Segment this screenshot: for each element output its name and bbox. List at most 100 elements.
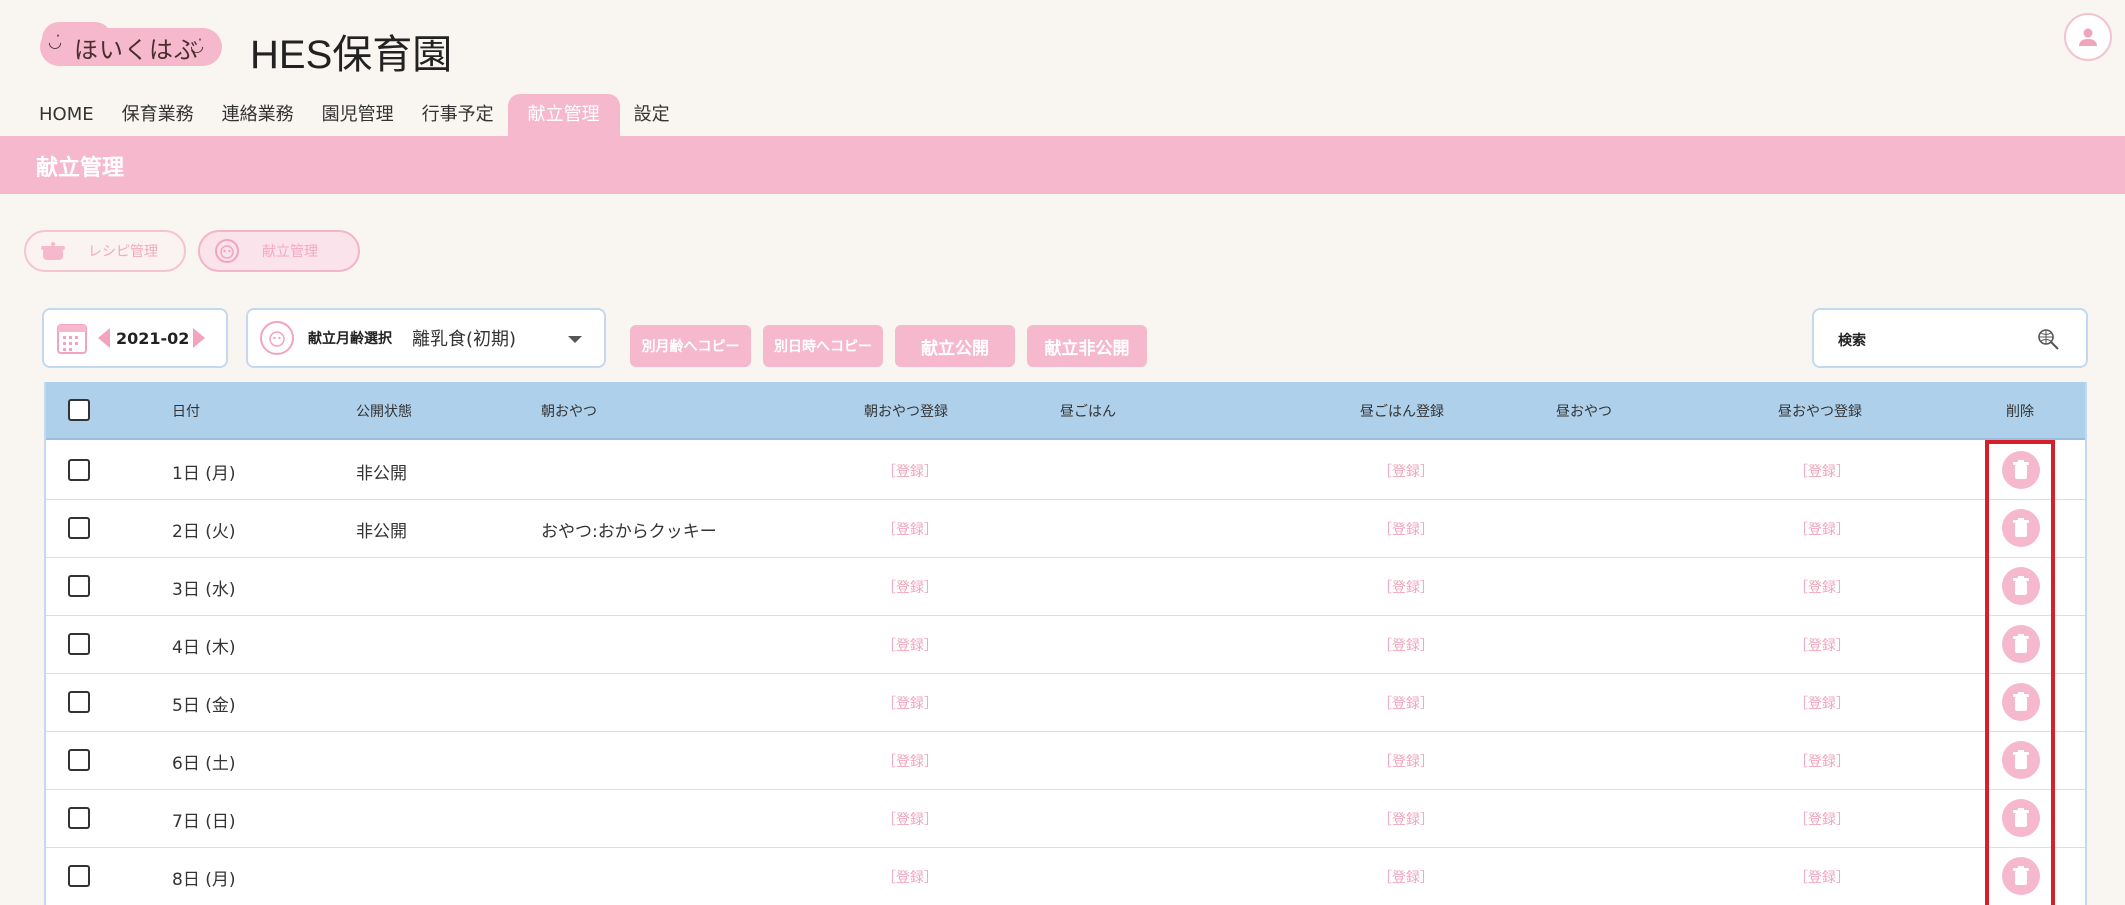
copy-to-other-date-button[interactable]: 別日時へコピー [763,325,883,367]
row-checkbox[interactable] [68,517,90,539]
lunch-register-link[interactable]: ［登録］ [1378,635,1434,655]
morning-snack-register-link[interactable]: ［登録］ [882,519,938,539]
morning-snack-register-link[interactable]: ［登録］ [882,751,938,771]
nav-childcare[interactable]: 保育業務 [108,94,208,136]
row-checkbox[interactable] [68,865,90,887]
main-nav: HOME 保育業務 連絡業務 園児管理 行事予定 献立管理 設定 [25,94,684,136]
delete-column-highlight [1985,440,2055,905]
tab-menu-label: 献立管理 [262,244,318,260]
cell-date: 6日 (土) [172,754,236,774]
search-label: 検索 [1838,333,1866,349]
publish-menu-button[interactable]: 献立公開 [895,325,1015,367]
afternoon-snack-register-link[interactable]: ［登録］ [1794,693,1850,713]
search-input[interactable]: 検索 [1812,308,2088,368]
table-row: 6日 (土) ［登録］ ［登録］ ［登録］ [46,732,2085,790]
unpublish-menu-button[interactable]: 献立非公開 [1027,325,1147,367]
nav-communication[interactable]: 連絡業務 [208,94,308,136]
app-header: ◡̇ ほいくはぶ ◡̇ HES保育園 [0,0,2125,95]
lunch-register-link[interactable]: ［登録］ [1378,867,1434,887]
cell-morning-snack: おやつ:おからクッキー [541,522,717,542]
afternoon-snack-register-link[interactable]: ［登録］ [1794,519,1850,539]
table-row: 2日 (火) 非公開 おやつ:おからクッキー ［登録］ ［登録］ ［登録］ [46,500,2085,558]
age-select[interactable]: 献立月齢選択 離乳食(初期) [246,308,606,368]
header-morning-snack: 朝おやつ [541,404,597,420]
menu-table: 日付 公開状態 朝おやつ 朝おやつ登録 昼ごはん 昼ごはん登録 昼おやつ 昼おや… [44,382,2087,905]
current-month: 2021-02 [116,328,190,348]
age-select-label: 献立月齢選択 [308,331,392,347]
morning-snack-register-link[interactable]: ［登録］ [882,693,938,713]
header-morning-snack-register: 朝おやつ登録 [864,404,948,420]
lunch-register-link[interactable]: ［登録］ [1378,751,1434,771]
cell-date: 2日 (火) [172,522,236,542]
lunch-register-link[interactable]: ［登録］ [1378,693,1434,713]
morning-snack-register-link[interactable]: ［登録］ [882,577,938,597]
nav-settings[interactable]: 設定 [620,94,684,136]
cell-date: 7日 (日) [172,812,236,832]
tab-recipe-management[interactable]: レシピ管理 [24,230,186,272]
table-row: 3日 (水) ［登録］ ［登録］ ［登録］ [46,558,2085,616]
nav-children[interactable]: 園児管理 [308,94,408,136]
page-title: 献立管理 [36,156,125,181]
header-afternoon-snack: 昼おやつ [1556,404,1612,420]
nav-events[interactable]: 行事予定 [408,94,508,136]
select-all-checkbox[interactable] [68,399,90,421]
afternoon-snack-register-link[interactable]: ［登録］ [1794,635,1850,655]
cell-date: 5日 (金) [172,696,236,716]
morning-snack-register-link[interactable]: ［登録］ [882,461,938,481]
next-month-button[interactable] [193,328,206,348]
afternoon-snack-register-link[interactable]: ［登録］ [1794,461,1850,481]
morning-snack-register-link[interactable]: ［登録］ [882,635,938,655]
table-row: 7日 (日) ［登録］ ［登録］ ［登録］ [46,790,2085,848]
prev-month-button[interactable] [98,328,110,348]
row-checkbox[interactable] [68,633,90,655]
search-icon[interactable] [2036,327,2060,351]
afternoon-snack-register-link[interactable]: ［登録］ [1794,809,1850,829]
table-row: 8日 (月) ［登録］ ［登録］ ［登録］ [46,848,2085,905]
page-banner: 献立管理 [0,136,2125,194]
morning-snack-register-link[interactable]: ［登録］ [882,867,938,887]
row-checkbox[interactable] [68,575,90,597]
header-lunch-register: 昼ごはん登録 [1360,404,1444,420]
cell-status: 非公開 [356,522,407,542]
tab-menu-management[interactable]: 献立管理 [198,230,360,272]
table-row: 4日 (木) ［登録］ ［登録］ ［登録］ [46,616,2085,674]
logo-face-left-icon: ◡̇ [48,32,62,51]
lunch-register-link[interactable]: ［登録］ [1378,461,1434,481]
row-checkbox[interactable] [68,459,90,481]
row-checkbox[interactable] [68,749,90,771]
nav-home[interactable]: HOME [25,94,108,136]
row-checkbox[interactable] [68,807,90,829]
app-logo[interactable]: ◡̇ ほいくはぶ ◡̇ [40,22,222,70]
afternoon-snack-register-link[interactable]: ［登録］ [1794,751,1850,771]
cell-date: 1日 (月) [172,464,236,484]
chevron-down-icon [568,336,582,343]
table-row: 1日 (月) 非公開 ［登録］ ［登録］ ［登録］ [46,442,2085,500]
row-checkbox[interactable] [68,691,90,713]
header-status: 公開状態 [356,404,412,420]
nav-menu-management[interactable]: 献立管理 [507,94,620,136]
header-delete: 削除 [2006,404,2034,420]
pot-icon [41,242,65,260]
month-selector: 2021-02 [42,308,228,368]
user-avatar-button[interactable] [2064,13,2112,61]
baby-face-icon [260,321,294,355]
cell-date: 8日 (月) [172,870,236,890]
menu-face-icon [215,239,239,263]
tab-recipe-label: レシピ管理 [88,244,158,260]
table-header: 日付 公開状態 朝おやつ 朝おやつ登録 昼ごはん 昼ごはん登録 昼おやつ 昼おや… [46,382,2085,440]
morning-snack-register-link[interactable]: ［登録］ [882,809,938,829]
header-date: 日付 [172,404,200,420]
copy-to-other-age-button[interactable]: 別月齢へコピー [630,325,751,367]
cell-date: 4日 (木) [172,638,236,658]
age-select-value: 離乳食(初期) [412,329,517,350]
afternoon-snack-register-link[interactable]: ［登録］ [1794,577,1850,597]
cell-date: 3日 (水) [172,580,236,600]
afternoon-snack-register-link[interactable]: ［登録］ [1794,867,1850,887]
site-title: HES保育園 [250,33,453,77]
lunch-register-link[interactable]: ［登録］ [1378,809,1434,829]
cell-status: 非公開 [356,464,407,484]
header-afternoon-snack-register: 昼おやつ登録 [1778,404,1862,420]
lunch-register-link[interactable]: ［登録］ [1378,577,1434,597]
lunch-register-link[interactable]: ［登録］ [1378,519,1434,539]
calendar-icon [57,324,87,354]
